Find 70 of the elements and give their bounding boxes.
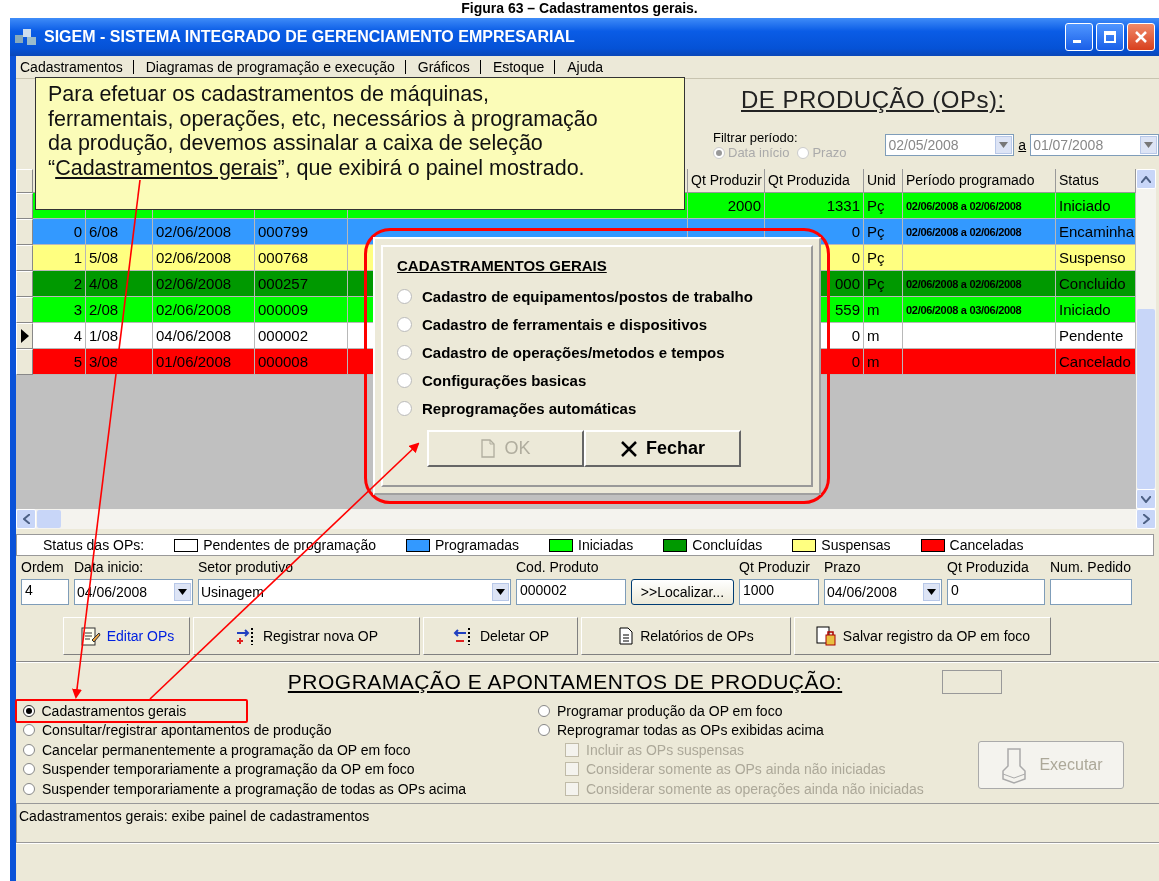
window-title: SIGEM - SISTEMA INTEGRADO DE GERENCIAMENTO EMPRESARIAL [44, 28, 576, 46]
field-label: Qt Produzir [739, 559, 810, 577]
table-cell: 0 [851, 327, 860, 344]
legend-label: Programadas [434, 537, 519, 553]
table-cell: m [867, 327, 880, 344]
table-cell: 4/08 [89, 275, 119, 292]
range-label: a [1018, 137, 1027, 153]
table-cell: 02/06/2008 a 02/06/2008 [906, 225, 1022, 238]
table-cell: Encaminha [1059, 223, 1135, 240]
field-label: Qt Produzida [947, 559, 1029, 577]
table-cell: 000768 [258, 249, 309, 266]
table-cell: m [867, 353, 880, 370]
table-cell: 5/08 [89, 249, 119, 266]
table-cell: 02/06/2008 a 02/06/2008 [906, 199, 1022, 212]
table-cell: 6/08 [89, 223, 119, 240]
table-cell: 3/08 [89, 353, 119, 370]
table-cell: 02/06/2008 [156, 275, 232, 292]
figure-caption: Figura 63 – Cadastramentos gerais. [460, 0, 699, 18]
panel-heading: DE PRODUÇÃO (OPs): [741, 86, 1005, 114]
table-cell: 0 [851, 353, 860, 370]
legend-label: Concluídas [692, 537, 763, 553]
table-cell: 02/06/2008 [156, 249, 232, 266]
table-cell: 000008 [258, 353, 309, 370]
table-cell: 02/06/2008 a 02/06/2008 [906, 277, 1022, 290]
table-cell: 000257 [258, 275, 309, 292]
table-cell: 5 [73, 353, 82, 370]
table-cell: 1 [73, 249, 82, 266]
table-cell: Pç [867, 223, 885, 240]
table-cell: 0 [851, 223, 860, 240]
table-cell: Iniciado [1059, 301, 1111, 318]
table-cell: 1331 [826, 197, 860, 214]
legend-label: Canceladas [949, 537, 1024, 553]
table-cell: 3 [73, 301, 82, 318]
note-tooltip: Para efetuar os cadastramentos de máquinas, ferramentais, operações, etc, necessários à programação da produção, devemos assinalar a caixa de seleção “Cadastramentos gerais”, que exibirá o painel mostrado. [35, 77, 685, 210]
status-message: Cadastramentos gerais: exibe painel de cadastramentos [16, 803, 1159, 843]
table-cell: m [867, 301, 880, 318]
table-cell: 04/06/2008 [156, 327, 232, 344]
table-cell: Pç [867, 197, 885, 214]
section-heading: PROGRAMAÇÃO E APONTAMENTOS DE PRODUÇÃO: [287, 670, 843, 694]
table-cell: 02/06/2008 a 03/06/2008 [906, 303, 1022, 316]
table-cell: 000799 [258, 223, 309, 240]
table-cell: 559 [834, 301, 860, 318]
table-cell: Cancelado [1059, 353, 1131, 370]
table-cell: Concluido [1059, 275, 1126, 292]
dialog-title: CADASTRAMENTOS GERAIS [397, 257, 608, 274]
table-cell: Pendente [1059, 327, 1124, 344]
table-cell: 01/06/2008 [156, 353, 232, 370]
table-cell: 02/06/2008 [156, 301, 232, 318]
field-label: Prazo [824, 559, 861, 577]
filter-label: Filtrar período: [713, 130, 799, 145]
table-cell: 02/06/2008 [156, 223, 232, 240]
table-cell: 0 [851, 249, 860, 266]
table-cell: 2000 [727, 197, 761, 214]
legend-label: Suspensas [821, 537, 891, 553]
legend-label: Iniciadas [578, 537, 634, 553]
table-cell: 1/08 [89, 327, 119, 344]
table-cell: 2 [73, 275, 82, 292]
table-cell: 2/08 [89, 301, 119, 318]
field-label: Num. Pedido [1050, 559, 1131, 577]
table-cell: 000 [834, 275, 860, 292]
table-cell: Iniciado [1059, 197, 1111, 214]
table-cell: Pç [867, 249, 885, 266]
table-cell: 4 [73, 327, 82, 344]
table-cell: 0 [73, 223, 82, 240]
field-label: Ordem [21, 559, 64, 577]
table-cell: Suspenso [1059, 249, 1126, 266]
table-cell: 000002 [258, 327, 309, 344]
table-cell: 000009 [258, 301, 309, 318]
table-cell: Pç [867, 275, 885, 292]
field-label: Cod. Produto [516, 559, 599, 577]
